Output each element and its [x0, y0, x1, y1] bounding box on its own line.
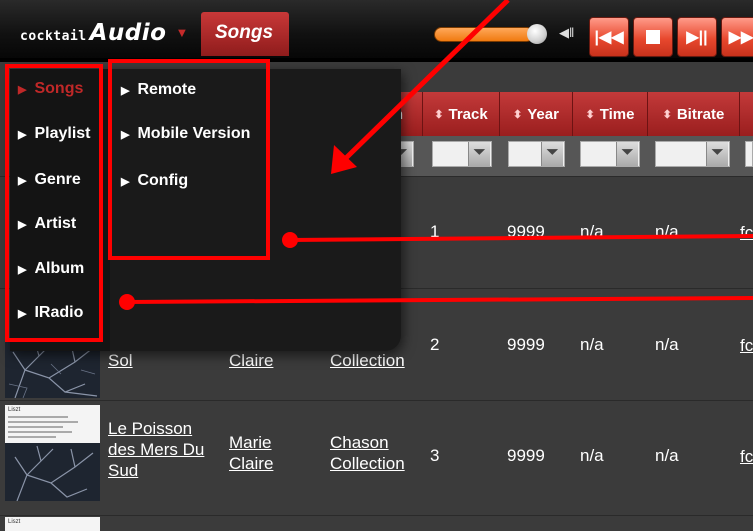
thumb-title: Liszt	[8, 519, 21, 525]
year-cell: 9999	[507, 222, 545, 241]
time-cell: n/a	[580, 446, 604, 465]
bitrate-cell: n/a	[655, 446, 679, 465]
column-header-bitrate[interactable]: ⬍ Bitrate	[648, 92, 740, 136]
annotation-dot	[119, 294, 135, 310]
prev-button[interactable]: |◀◀	[589, 17, 629, 57]
artist-cell[interactable]: Marie Claire	[229, 432, 299, 474]
filter-year[interactable]: ⏷	[508, 141, 565, 167]
time-cell: n/a	[580, 222, 604, 241]
funnel-icon[interactable]: ⏷	[541, 142, 563, 166]
stop-icon	[646, 30, 660, 44]
logo-big-text: Audio	[89, 20, 167, 46]
play-pause-button[interactable]: ▶||	[677, 17, 717, 57]
title-cell[interactable]: Le Poisson des Mers Du Sud	[108, 418, 224, 481]
funnel-icon[interactable]: ⏷	[706, 142, 728, 166]
annotation-box-secondary-menu	[108, 59, 270, 260]
table-row[interactable]	[0, 515, 753, 531]
stop-button[interactable]	[633, 17, 673, 57]
format-cell[interactable]: fc	[740, 222, 753, 243]
track-cell: 1	[430, 222, 440, 241]
filter-bitrate[interactable]: ⏷	[655, 141, 730, 167]
sort-icon: ⬍	[662, 108, 672, 121]
prev-icon: |◀◀	[594, 29, 624, 46]
sort-icon: ⬍	[434, 108, 444, 121]
filter-format[interactable]	[745, 141, 753, 167]
album-art-thumbnail[interactable]: Liszt	[5, 405, 100, 501]
logo-small-text: cocktail	[20, 29, 87, 44]
next-icon: ▶▶	[728, 29, 753, 46]
volume-slider-knob[interactable]	[527, 24, 547, 44]
column-header-label: Track	[448, 105, 488, 123]
sort-icon: ⬍	[585, 108, 595, 121]
logo-dropdown-caret-icon[interactable]: ▼	[175, 25, 188, 40]
app-logo[interactable]: cocktail Audio ▼	[20, 20, 188, 46]
funnel-icon[interactable]: ⏷	[468, 142, 490, 166]
funnel-icon[interactable]: ⏷	[616, 142, 638, 166]
column-header-label: Time	[599, 105, 635, 123]
track-cell: 3	[430, 446, 440, 465]
album-cell[interactable]: Chason Collection	[330, 432, 410, 474]
format-cell[interactable]: fc	[740, 335, 753, 356]
year-cell: 9999	[507, 446, 545, 465]
thumb-title: Liszt	[8, 407, 21, 413]
column-header-time[interactable]: ⬍ Time	[573, 92, 648, 136]
album-art-thumbnail[interactable]: Liszt	[5, 517, 100, 531]
column-header-label: Bitrate	[676, 105, 725, 123]
artist-cell[interactable]: Claire	[229, 350, 273, 371]
title-cell[interactable]: Sol	[108, 350, 133, 371]
bitrate-cell: n/a	[655, 335, 679, 354]
annotation-dot	[282, 232, 298, 248]
filter-time[interactable]: ⏷	[580, 141, 640, 167]
next-button[interactable]: ▶▶	[721, 17, 753, 57]
play-pause-icon: ▶||	[686, 29, 708, 46]
track-cell: 2	[430, 335, 440, 354]
column-header-format[interactable]	[740, 92, 753, 136]
bitrate-cell: n/a	[655, 222, 679, 241]
tab-songs-label: Songs	[215, 22, 274, 43]
tree-image	[5, 443, 100, 501]
column-header-year[interactable]: ⬍ Year	[500, 92, 573, 136]
volume-slider[interactable]	[434, 27, 534, 42]
album-cell[interactable]: Collection	[330, 350, 405, 371]
filter-track[interactable]: ⏷	[432, 141, 492, 167]
sort-icon: ⬍	[513, 108, 523, 121]
album-art-text-panel: Liszt	[5, 517, 100, 531]
album-art-text-panel: Liszt	[5, 405, 100, 443]
column-header-label: Year	[527, 105, 559, 123]
format-cell[interactable]: fc	[740, 446, 753, 467]
tab-songs[interactable]: Songs	[201, 12, 289, 56]
column-header-track[interactable]: ⬍ Track	[423, 92, 500, 136]
speaker-icon[interactable]: ◀‖	[559, 25, 574, 41]
year-cell: 9999	[507, 335, 545, 354]
annotation-box-primary-menu	[5, 64, 103, 342]
time-cell: n/a	[580, 335, 604, 354]
